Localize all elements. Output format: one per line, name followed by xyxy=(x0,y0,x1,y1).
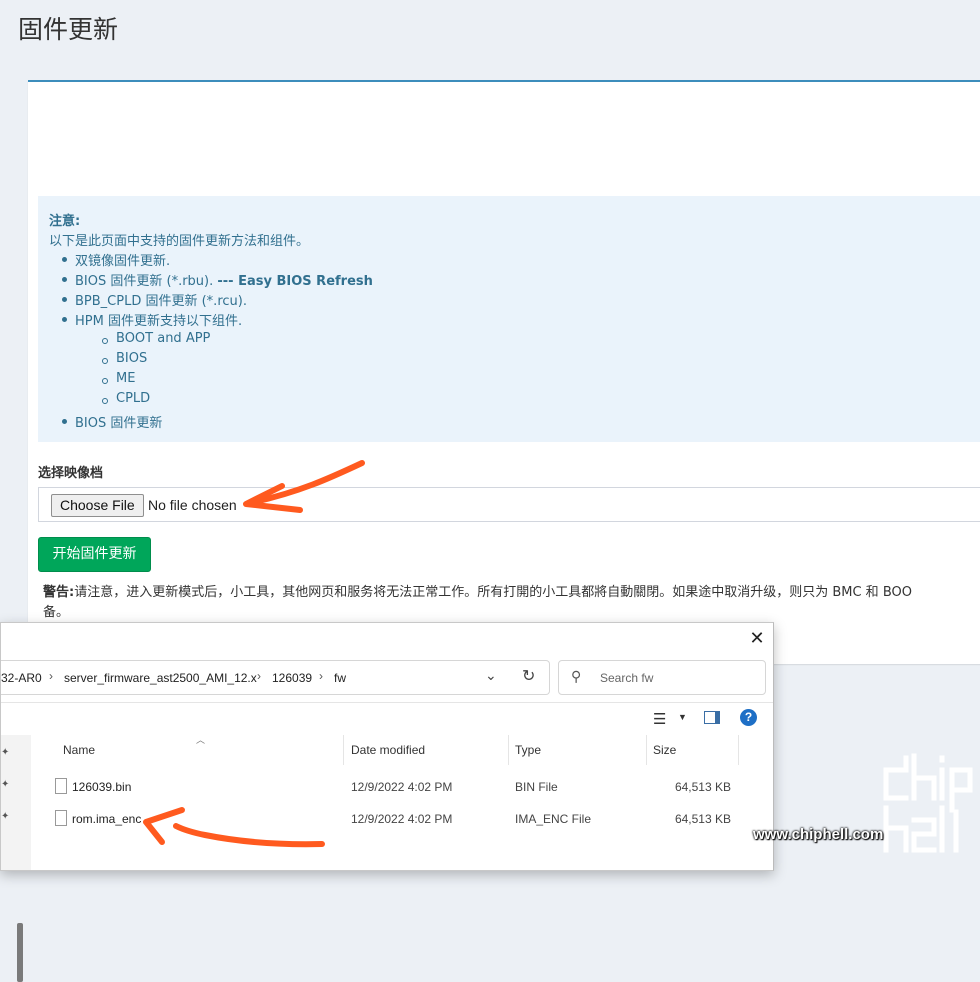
preview-pane-icon[interactable] xyxy=(704,711,720,724)
column-name[interactable]: Name xyxy=(63,743,95,757)
divider[interactable] xyxy=(508,735,509,765)
column-type[interactable]: Type xyxy=(515,743,541,757)
firmware-update-panel: 注意: 以下是此页面中支持的固件更新方法和组件。 双镜像固件更新. BIOS 固… xyxy=(28,80,980,664)
file-status-text: No file chosen xyxy=(148,497,237,513)
chevron-right-icon: › xyxy=(257,669,261,683)
divider[interactable] xyxy=(646,735,647,765)
divider[interactable] xyxy=(738,735,739,765)
scrollbar[interactable] xyxy=(17,923,23,982)
notice-intro: 以下是此页面中支持的固件更新方法和组件。 xyxy=(49,234,310,249)
refresh-icon[interactable]: ↻ xyxy=(522,666,535,686)
notice-subitem: BOOT and APP xyxy=(102,331,210,346)
chevron-down-icon[interactable]: ▼ xyxy=(678,712,687,722)
file-input[interactable]: Choose File No file chosen xyxy=(38,487,980,522)
divider[interactable] xyxy=(343,735,344,765)
chevron-down-icon[interactable]: ⌄ xyxy=(485,667,497,684)
notice-subitem: BIOS xyxy=(102,351,147,366)
watermark-text: www.chiphell.com xyxy=(753,826,884,843)
column-size[interactable]: Size xyxy=(653,743,676,757)
file-row[interactable]: 126039.bin 12/9/2022 4:02 PM BIN File 64… xyxy=(51,776,741,804)
choose-file-button[interactable]: Choose File xyxy=(51,494,144,517)
page-title: 固件更新 xyxy=(18,15,119,44)
breadcrumb-item[interactable]: 32-AR0 xyxy=(1,671,42,685)
file-row[interactable]: rom.ima_enc 12/9/2022 4:02 PM IMA_ENC Fi… xyxy=(51,808,741,836)
breadcrumb-item[interactable]: fw xyxy=(334,671,346,685)
view-list-icon[interactable]: ☰ xyxy=(653,710,666,728)
divider xyxy=(1,702,773,703)
notice-item: HPM 固件更新支持以下组件. xyxy=(62,310,242,329)
search-placeholder: Search fw xyxy=(600,671,654,685)
sort-caret-icon: ︿ xyxy=(196,735,206,745)
file-icon xyxy=(55,778,67,794)
notice-callout: 注意: 以下是此页面中支持的固件更新方法和组件。 双镜像固件更新. BIOS 固… xyxy=(38,196,980,442)
breadcrumb-item[interactable]: 126039 xyxy=(272,671,312,685)
help-icon[interactable]: ? xyxy=(740,709,757,726)
notice-item: BIOS 固件更新 (*.rbu). --- Easy BIOS Refresh xyxy=(62,270,373,289)
navigation-pane[interactable]: ✦ ✦ ✦ xyxy=(1,735,31,982)
chevron-right-icon: › xyxy=(49,669,53,683)
chevron-right-icon: › xyxy=(319,669,323,683)
breadcrumb-item[interactable]: server_firmware_ast2500_AMI_12.x xyxy=(64,671,257,685)
column-date-modified[interactable]: Date modified xyxy=(351,743,425,757)
search-icon: ⚲ xyxy=(571,668,582,684)
pin-icon: ✦ xyxy=(1,811,10,822)
search-box[interactable]: ⚲ Search fw xyxy=(558,660,766,695)
start-update-button[interactable]: 开始固件更新 xyxy=(38,537,151,572)
notice-subitem: CPLD xyxy=(102,391,150,406)
notice-item: 双镜像固件更新. xyxy=(62,250,170,269)
chiphell-logo xyxy=(883,753,973,853)
image-file-label: 选择映像档 xyxy=(38,466,104,481)
notice-header: 注意: xyxy=(49,214,81,229)
close-icon[interactable]: ✕ xyxy=(746,627,768,649)
pin-icon: ✦ xyxy=(1,779,10,790)
pin-icon: ✦ xyxy=(1,747,10,758)
notice-item: BPB_CPLD 固件更新 (*.rcu). xyxy=(62,290,247,309)
notice-subitem: ME xyxy=(102,371,135,386)
file-open-dialog: ✕ 32-AR0 › server_firmware_ast2500_AMI_1… xyxy=(0,622,774,982)
notice-item: BIOS 固件更新 xyxy=(62,412,162,431)
warning-text: 警告:请注意，进入更新模式后，小工具，其他网页和服务将无法正常工作。所有打開的小… xyxy=(43,585,912,620)
address-bar[interactable]: 32-AR0 › server_firmware_ast2500_AMI_12.… xyxy=(1,660,550,695)
file-icon xyxy=(55,810,67,826)
